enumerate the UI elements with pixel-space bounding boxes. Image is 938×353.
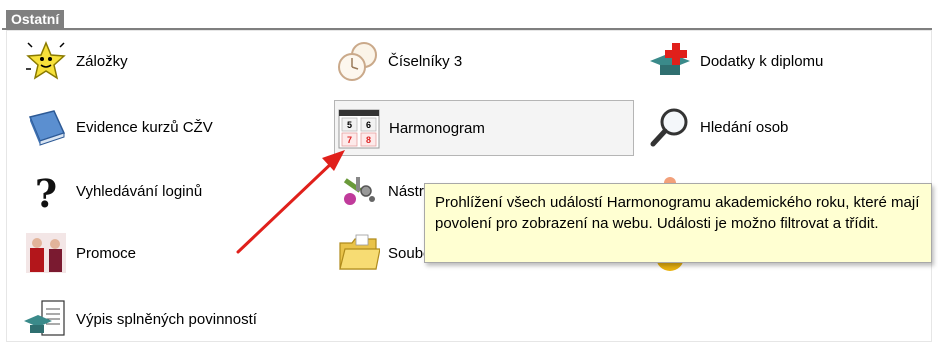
- svg-text:?: ?: [35, 171, 57, 213]
- item-label: Záložky: [76, 52, 128, 70]
- tools-icon: [334, 169, 382, 213]
- item-label: Evidence kurzů CŽV: [76, 118, 213, 136]
- item-dodatky-k-diplomu[interactable]: Dodatky k diplomu: [646, 34, 938, 88]
- item-ciselniky-3[interactable]: Číselníky 3: [334, 34, 634, 88]
- item-vyhledavani-loginu[interactable]: ? Vyhledávání loginů: [22, 164, 322, 218]
- item-label: Harmonogram: [389, 119, 485, 137]
- question-mark-icon: ?: [22, 169, 70, 213]
- book-icon: [22, 105, 70, 149]
- section-title: Ostatní: [6, 10, 65, 28]
- section-header-rule: [2, 8, 932, 30]
- item-hledani-osob[interactable]: Hledání osob: [646, 100, 938, 154]
- item-label: Vyhledávání loginů: [76, 182, 203, 200]
- harmonogram-tooltip: Prohlížení všech událostí Harmonogramu a…: [424, 183, 932, 263]
- item-label: Promoce: [76, 244, 137, 262]
- diploma-cap-icon: [646, 39, 694, 83]
- svg-text:5: 5: [347, 120, 352, 130]
- item-promoce[interactable]: Promoce: [22, 226, 322, 280]
- clock-icon: [334, 39, 382, 83]
- folder-icon: [334, 231, 382, 275]
- item-label: Výpis splněných povinností: [76, 310, 257, 328]
- magnifier-icon: [646, 105, 694, 149]
- item-harmonogram[interactable]: 5 6 7 8 Harmonogram: [334, 100, 634, 156]
- item-vypis-splnenych-povinnosti[interactable]: Výpis splněných povinností: [22, 292, 322, 346]
- item-evidence-kurzu-czv[interactable]: Evidence kurzů CŽV: [22, 100, 322, 154]
- star-bookmark-icon: [22, 39, 70, 83]
- svg-text:8: 8: [366, 135, 371, 145]
- svg-text:7: 7: [347, 135, 352, 145]
- calendar-icon: 5 6 7 8: [335, 106, 383, 150]
- graduation-people-icon: [22, 231, 70, 275]
- svg-text:6: 6: [366, 120, 371, 130]
- document-cap-icon: [22, 297, 70, 341]
- item-label: Číselníky 3: [388, 52, 463, 70]
- item-zalozky[interactable]: Záložky: [22, 34, 322, 88]
- item-label: Hledání osob: [700, 118, 789, 136]
- item-label: Dodatky k diplomu: [700, 52, 824, 70]
